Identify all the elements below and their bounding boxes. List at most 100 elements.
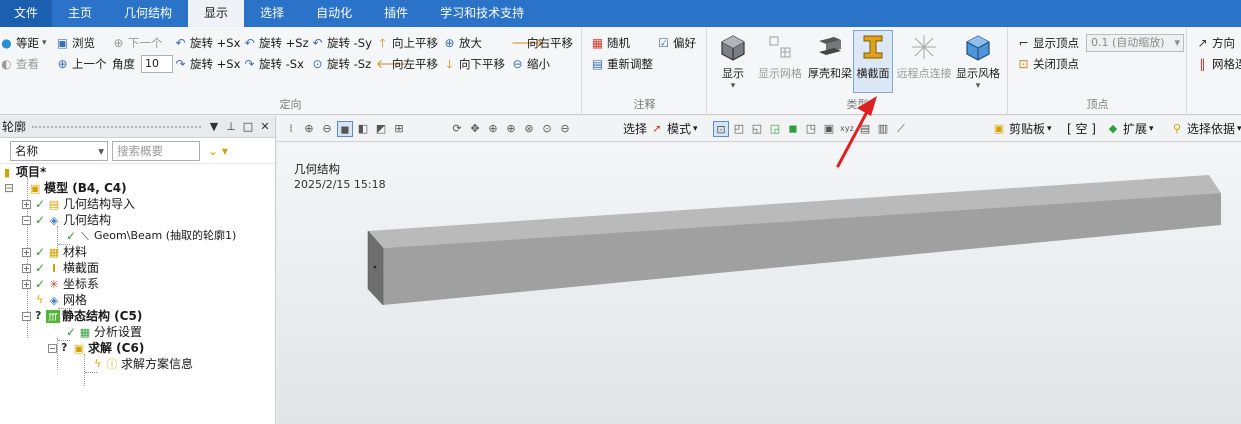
maximize-icon[interactable]: □ [241,120,255,133]
tree-item-analysis-settings[interactable]: ✓ ▦ 分析设置 [66,324,142,340]
pan-icon[interactable]: ✥ [467,121,483,137]
outline-search-row: 名称 搜索概要 ⌄ ▾ [0,138,275,164]
zoom-all-icon[interactable]: ⊙ [539,121,555,137]
tree-item-solution[interactable]: − ? ▣ 求解 (C6) [48,340,144,356]
tree-item-geometry[interactable]: − ✓ ◈ 几何结构 [22,212,111,228]
select-tool[interactable]: 选择 ➚ 模式 ▾ [623,119,698,139]
tree-item-materials[interactable]: + ✓ ▦ 材料 [22,244,87,260]
look-button[interactable]: ◐ 查看 [0,54,39,74]
cursor-icon: ➚ [652,122,662,135]
tree-item-model[interactable]: ⊟ ▣ 模型 (B4, C4) [4,180,127,196]
tab-selection[interactable]: 选择 [244,0,300,27]
rotate-pz-button[interactable]: ↶ 旋转 +Sz [243,33,308,53]
solid-view-icon[interactable]: ◼ [337,121,353,137]
element-select-icon[interactable]: ▣ [821,121,837,137]
show-vertex-button[interactable]: ⌐ 显示顶点 0.1 (自动缩放) [1017,33,1184,53]
graph-icon[interactable]: ⟋ [893,121,909,137]
shaded-view-icon[interactable]: ◧ [355,121,371,137]
panel-dropdown-icon[interactable]: ▼ [207,120,221,133]
tree-item-geom-beam[interactable]: ✓ ⟍ Geom\Beam (抽取的轮廓1) [66,228,236,244]
graphics-viewport[interactable]: 几何结构 2025/2/15 15:18 [277,143,1241,424]
tree-item-coord-sys[interactable]: + ✓ ✳ 坐标系 [22,276,99,292]
close-vertex-button[interactable]: ⊡ 关闭顶点 [1017,54,1079,74]
tree-item-cross-sections[interactable]: + ✓ I 横截面 [22,260,99,276]
pin-icon[interactable]: ⊥ [224,120,238,133]
name-select[interactable]: 名称 [10,140,108,161]
zoom-out-button[interactable]: ⊖ 缩小 [511,54,550,74]
pan-left-button[interactable]: 🡐 向左平移 [376,54,438,74]
angle-input[interactable]: 10 [141,55,173,73]
tree-item-project[interactable]: ▮ 项目* [0,164,46,180]
tab-home[interactable]: 主页 [52,0,108,27]
vertex-select-icon[interactable]: ⊡ [713,121,729,137]
prev-button[interactable]: ⊕ 上一个 [56,54,106,74]
tab-plugins[interactable]: 插件 [368,0,424,27]
collapse-icon[interactable]: − [22,215,31,225]
rotate-px2-button[interactable]: ↷ 旋转 +Sx [174,54,240,74]
pan-right-button[interactable]: 🡒 向右平移 [511,33,573,53]
rotate-ny-button[interactable]: ↶ 旋转 -Sy [311,33,371,53]
beam-model[interactable] [277,143,1241,424]
zoom-fit-icon[interactable]: ⊕ [301,121,317,137]
tab-learning[interactable]: 学习和技术支持 [424,0,540,27]
face-select-icon[interactable]: ◱ [749,121,765,137]
outline-search-input[interactable]: 搜索概要 [112,140,200,161]
show-button[interactable]: 显示 ▾ [716,31,750,91]
show-mesh-button[interactable]: 显示网格 [754,31,806,91]
rotate-view-icon[interactable]: ⟳ [449,121,465,137]
zoom-window-icon[interactable]: ⊛ [521,121,537,137]
clipboard-button[interactable]: ▣ 剪贴板 ▾ [991,119,1052,139]
zoom-in-button[interactable]: ⊕ 放大 [443,33,482,53]
extend-button[interactable]: ◆ 扩展 ▾ [1105,119,1154,139]
tab-geometry[interactable]: 几何结构 [108,0,188,27]
direction-button[interactable]: ↗ 方向 [1196,33,1235,53]
check-icon: ✓ [35,261,46,275]
edge-select-icon[interactable]: ◰ [731,121,747,137]
next-button[interactable]: ⊕ 下一个 [112,33,162,53]
solid-select-icon[interactable]: ◼ [785,121,801,137]
thick-beam-button[interactable]: 厚壳和梁 [808,31,852,91]
select-by-button[interactable]: ⚲ 选择依据 ▾ [1169,119,1241,139]
tree-item-solution-info[interactable]: ϟ ⓘ 求解方案信息 [94,356,193,372]
tree-item-mesh[interactable]: ϟ ◈ 网格 [36,292,87,308]
tree-item-geom-import[interactable]: + ✓ ▤ 几何结构导入 [22,196,135,212]
show-style-button[interactable]: 显示风格 ▾ [954,31,1002,91]
rotate-nz-button[interactable]: ⊙ 旋转 -Sz [311,54,371,74]
mesh-conn-button[interactable]: ‖ 网格连 [1196,54,1241,74]
browse-button[interactable]: ▣ 浏览 [56,33,95,53]
grid-view-icon[interactable]: ⊞ [391,121,407,137]
close-icon[interactable]: ✕ [258,120,272,133]
random-button[interactable]: ▦ 随机 [591,33,630,53]
label-icon[interactable]: ▥ [875,121,891,137]
zoom-box-icon[interactable]: ⊖ [319,121,335,137]
collapse-icon[interactable]: − [48,343,57,353]
zoom-icon[interactable]: ⊕ [485,121,501,137]
expand-icon[interactable]: + [22,263,31,273]
readjust-button[interactable]: ▤ 重新调整 [591,54,653,74]
pan-down-button[interactable]: 🡓 向下平移 [443,54,505,74]
tree-item-static[interactable]: − ? ƒƒƒ 静态结构 (C5) [22,308,142,324]
tab-automation[interactable]: 自动化 [300,0,368,27]
expand-icon[interactable]: + [22,279,31,289]
zoom-in-view-icon[interactable]: ⊕ [503,121,519,137]
render-view-icon[interactable]: ◩ [373,121,389,137]
tab-display[interactable]: 显示 [188,0,245,27]
auto-scale-select[interactable]: 0.1 (自动缩放) [1086,34,1184,52]
body-select-icon[interactable]: ◲ [767,121,783,137]
xyz-icon[interactable]: xyz [839,121,855,137]
rotate-px-button[interactable]: ↶ 旋转 +Sx [174,33,240,53]
expand-icon[interactable]: + [22,247,31,257]
rotate-nx-button[interactable]: ↷ 旋转 -Sx [243,54,303,74]
prefer-button[interactable]: ☑ 偏好 [657,33,696,53]
remote-point-button[interactable]: 远程点连接 [896,31,952,91]
collapse-icon[interactable]: − [22,311,31,321]
id-icon[interactable]: ▤ [857,121,873,137]
filter-chevron-icon[interactable]: ⌄ ▾ [204,141,232,161]
expand-icon[interactable]: + [22,199,31,209]
zoom-out-view-icon[interactable]: ⊖ [557,121,573,137]
cross-section-button[interactable]: 横截面 [853,30,893,93]
pan-up-button[interactable]: 🡑 向上平移 [376,33,438,53]
node-select-icon[interactable]: ◳ [803,121,819,137]
tab-file[interactable]: 文件 [0,0,53,27]
iso-button[interactable]: ● 等距 ▾ [0,33,46,53]
